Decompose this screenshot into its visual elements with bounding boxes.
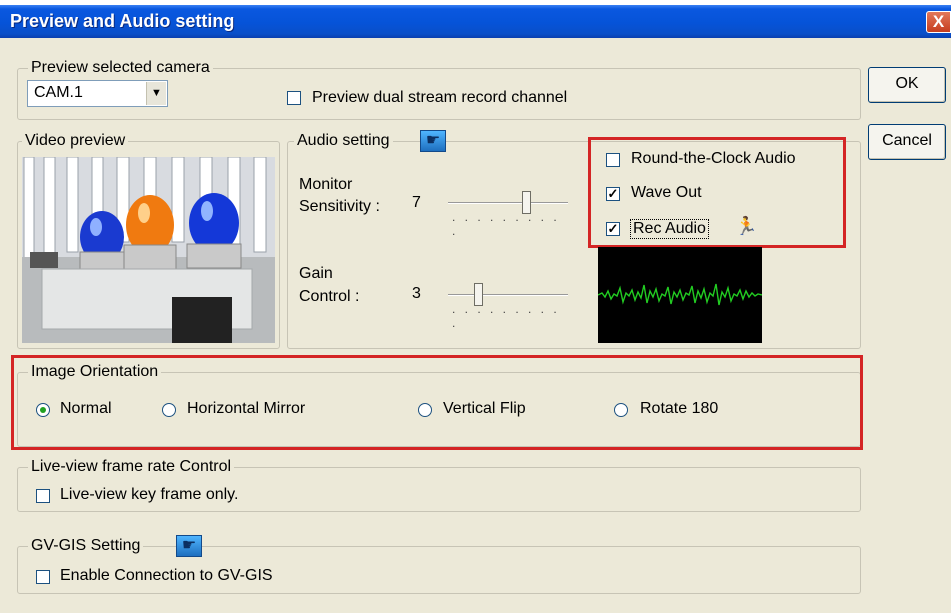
camera-preview-image xyxy=(22,157,275,343)
orientation-vertical-radio[interactable] xyxy=(418,403,432,417)
orientation-vertical-label: Vertical Flip xyxy=(443,400,526,417)
running-person-icon[interactable]: 🏃 xyxy=(735,216,757,237)
orientation-normal-radio[interactable] xyxy=(36,403,50,417)
gain-slider-track xyxy=(448,294,568,296)
dual-stream-checkbox[interactable] xyxy=(287,91,301,105)
monitor-sensitivity-slider[interactable]: . . . . . . . . . . xyxy=(444,188,570,238)
orientation-rotate-label: Rotate 180 xyxy=(640,400,719,417)
chevron-down-icon[interactable]: ▼ xyxy=(146,82,166,105)
round-clock-audio-label: Round-the-Clock Audio xyxy=(631,150,796,167)
monitor-slider-ticks: . . . . . . . . . . xyxy=(452,210,560,238)
orientation-horizontal-label: Horizontal Mirror xyxy=(187,400,306,417)
round-clock-audio-checkbox[interactable] xyxy=(606,153,620,167)
cancel-button[interactable]: Cancel xyxy=(868,124,946,160)
title-bar: Preview and Audio setting X xyxy=(0,5,951,38)
key-frame-label: Live-view key frame only. xyxy=(60,486,239,503)
dual-stream-label: Preview dual stream record channel xyxy=(312,89,568,106)
monitor-label-line2: Sensitivity : xyxy=(299,198,380,215)
monitor-label-line1: Monitor xyxy=(299,176,353,193)
monitor-slider-track xyxy=(448,202,568,204)
gain-label-line1: Gain xyxy=(299,265,333,282)
audio-setting-legend: Audio setting xyxy=(294,131,393,151)
key-frame-checkbox[interactable] xyxy=(36,489,50,503)
pointer-icon[interactable]: ☛ xyxy=(420,130,446,152)
wave-out-checkbox[interactable]: ✓ xyxy=(606,187,620,201)
camera-select-value: CAM.1 xyxy=(34,84,83,101)
gis-legend: GV-GIS Setting xyxy=(28,536,144,556)
orientation-horizontal-radio[interactable] xyxy=(162,403,176,417)
rec-audio-checkbox[interactable]: ✓ xyxy=(606,222,620,236)
gain-slider-ticks: . . . . . . . . . . xyxy=(452,302,560,330)
gis-enable-checkbox[interactable] xyxy=(36,570,50,584)
orientation-highlight xyxy=(11,355,863,450)
audio-waveform-display xyxy=(598,247,762,343)
orientation-normal-label: Normal xyxy=(60,400,112,417)
waveform-graph xyxy=(598,283,762,306)
camera-select[interactable]: CAM.1 ▼ xyxy=(27,80,168,107)
gain-control-slider[interactable]: . . . . . . . . . . xyxy=(444,280,570,330)
close-icon: X xyxy=(932,12,945,31)
close-button[interactable]: X xyxy=(926,11,951,33)
ok-button[interactable]: OK xyxy=(868,67,946,103)
monitor-value: 7 xyxy=(412,194,421,211)
orientation-rotate-radio[interactable] xyxy=(614,403,628,417)
gain-value: 3 xyxy=(412,285,421,302)
liveview-legend: Live-view frame rate Control xyxy=(28,457,235,477)
video-preview-legend: Video preview xyxy=(22,131,129,151)
gain-label-line2: Control : xyxy=(299,288,360,305)
rec-audio-label: Rec Audio xyxy=(630,219,709,239)
window-title: Preview and Audio setting xyxy=(10,11,235,31)
wave-out-label: Wave Out xyxy=(631,184,702,201)
gis-enable-label: Enable Connection to GV-GIS xyxy=(60,567,273,584)
preview-camera-legend: Preview selected camera xyxy=(28,58,213,78)
gis-pointer-icon[interactable]: ☛ xyxy=(176,535,202,557)
